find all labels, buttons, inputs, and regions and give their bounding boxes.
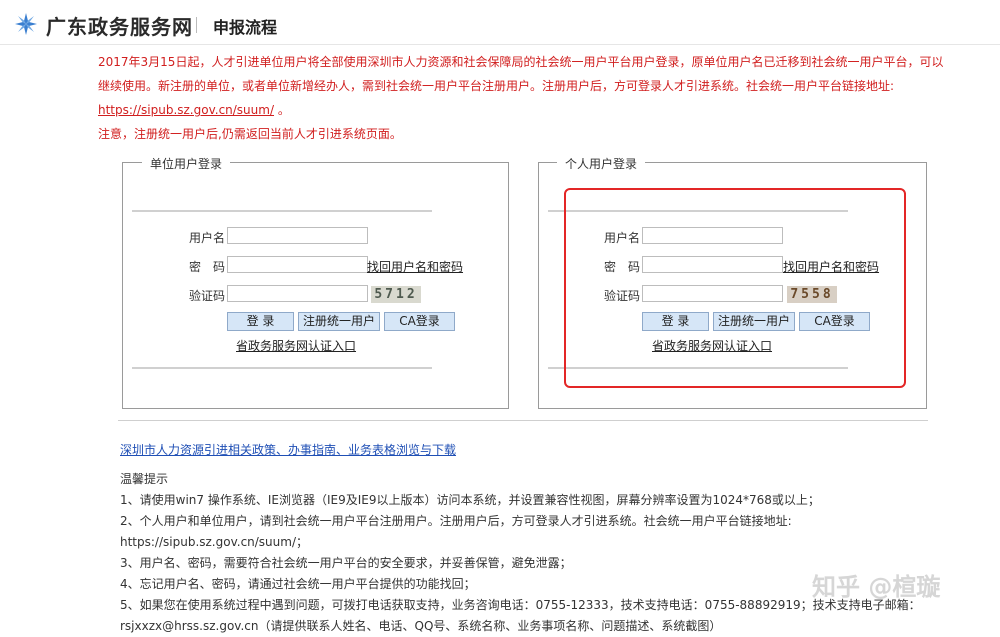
- unit-gov-auth-link[interactable]: 省政务服务网认证入口: [236, 337, 356, 354]
- unit-ca-login-button[interactable]: CA登录: [384, 312, 455, 331]
- nav-title[interactable]: 申报流程: [213, 14, 277, 38]
- tip-item: https://sipub.sz.gov.cn/suum/；: [120, 535, 309, 549]
- header-bar: 广东政务服务网 申报流程: [0, 0, 1000, 45]
- watermark: 知乎 @楦璇: [812, 573, 941, 601]
- unit-register-button[interactable]: 注册统一用户: [298, 312, 380, 331]
- unit-login-button[interactable]: 登 录: [227, 312, 294, 331]
- unit-captcha-image[interactable]: 5712: [371, 286, 421, 303]
- unit-captcha-label: 验证码: [189, 289, 226, 303]
- tips-section: 温馨提示 1、请使用win7 操作系统、IE浏览器（IE9及IE9以上版本）访问…: [120, 469, 940, 637]
- unit-top-divider: [132, 210, 432, 212]
- highlight-frame: [564, 188, 906, 388]
- unit-password-input[interactable]: [227, 256, 368, 273]
- policy-download-link[interactable]: 深圳市人力资源引进相关政策、办事指南、业务表格浏览与下载: [120, 441, 456, 458]
- tip-item: 1、请使用win7 操作系统、IE浏览器（IE9及IE9以上版本）访问本系统，并…: [120, 493, 820, 507]
- unit-bottom-divider: [132, 367, 432, 369]
- site-name[interactable]: 广东政务服务网: [46, 11, 193, 40]
- suum-link[interactable]: https://sipub.sz.gov.cn/suum/: [98, 103, 274, 117]
- gd-gov-logo-icon[interactable]: [14, 12, 38, 36]
- personal-login-legend: 个人用户登录: [557, 155, 646, 172]
- unit-username-label: 用户名: [189, 231, 226, 245]
- unit-username-input[interactable]: [227, 227, 368, 244]
- notice-line1: 2017年3月15日起，人才引进单位用户将全部使用深圳市人力资源和社会保障局的社…: [98, 55, 944, 93]
- notice: 2017年3月15日起，人才引进单位用户将全部使用深圳市人力资源和社会保障局的社…: [98, 50, 948, 146]
- unit-captcha-input[interactable]: [227, 285, 368, 302]
- unit-password-label: 密 码: [189, 260, 226, 274]
- tip-item: 2、个人用户和单位用户，请到社会统一用户平台注册用户。注册用户后，方可登录人才引…: [120, 514, 792, 528]
- section-separator: [118, 420, 928, 421]
- notice-link-suffix: 。: [277, 103, 290, 117]
- notice-line2: 注意，注册统一用户后,仍需返回当前人才引进系统页面。: [98, 127, 402, 141]
- tips-title: 温馨提示: [120, 472, 169, 486]
- header-divider: [196, 17, 197, 33]
- unit-login-legend: 单位用户登录: [142, 155, 231, 172]
- tip-item: rsjxxzx@hrss.sz.gov.cn（请提供联系人姓名、电话、QQ号、系…: [120, 619, 722, 633]
- unit-recover-link[interactable]: 找回用户名和密码: [367, 258, 463, 275]
